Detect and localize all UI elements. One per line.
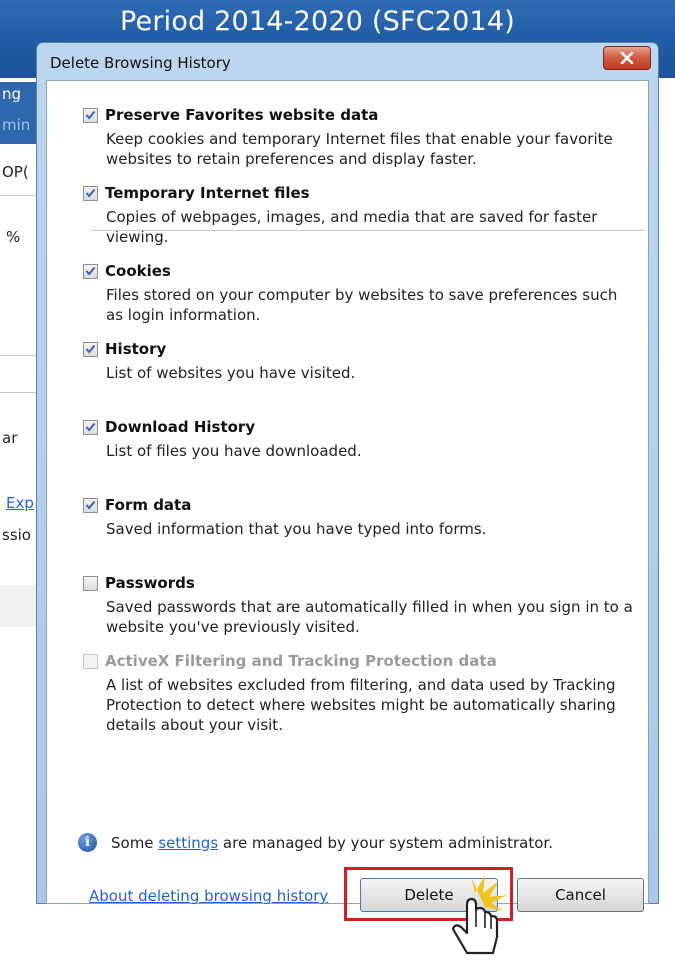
app-gray-band xyxy=(0,585,40,627)
hand-pointer-icon xyxy=(451,875,507,955)
separator xyxy=(91,230,646,231)
option-title[interactable]: Passwords xyxy=(105,574,195,592)
admin-notice-suffix: are managed by your system administrator… xyxy=(218,833,553,852)
app-field-fragment: % xyxy=(6,228,21,246)
about-deleting-history-link[interactable]: About deleting browsing history xyxy=(89,887,328,905)
checkmark-icon xyxy=(85,110,96,120)
option-checkbox[interactable] xyxy=(83,497,98,513)
option-header: History xyxy=(83,340,643,358)
option-header: ActiveX Filtering and Tracking Protectio… xyxy=(83,652,643,670)
option-title[interactable]: Form data xyxy=(105,496,191,514)
option-checkbox[interactable] xyxy=(83,185,98,201)
app-field-fragment: ssio xyxy=(2,526,31,544)
option-row: Form data Saved information that you have… xyxy=(83,496,643,539)
cancel-button[interactable]: Cancel xyxy=(517,878,644,912)
option-row: ActiveX Filtering and Tracking Protectio… xyxy=(83,652,643,735)
option-description: Saved information that you have typed in… xyxy=(106,520,487,538)
option-description: Saved passwords that are automatically f… xyxy=(106,598,633,636)
checkmark-icon xyxy=(85,500,96,510)
app-field-fragment: ar xyxy=(2,429,18,447)
option-row: Cookies Files stored on your computer by … xyxy=(83,262,643,325)
option-description: List of websites you have visited. xyxy=(106,364,356,382)
info-icon: i xyxy=(78,833,97,852)
option-checkbox[interactable] xyxy=(83,107,98,123)
option-header: Form data xyxy=(83,496,643,514)
app-page-title: Period 2014-2020 (SFC2014) xyxy=(120,6,516,37)
option-description: Copies of webpages, images, and media th… xyxy=(106,208,598,246)
option-title: ActiveX Filtering and Tracking Protectio… xyxy=(105,652,497,670)
option-header: Download History xyxy=(83,418,643,436)
option-title[interactable]: Temporary Internet files xyxy=(105,184,310,202)
option-row: Preserve Favorites website data Keep cook… xyxy=(83,106,643,169)
dialog-title: Delete Browsing History xyxy=(50,54,231,72)
app-field-fragment: OP( xyxy=(2,163,29,181)
option-title[interactable]: Cookies xyxy=(105,262,171,280)
app-divider xyxy=(0,195,40,196)
app-divider xyxy=(0,392,40,393)
close-icon xyxy=(620,52,634,64)
dialog-body: Preserve Favorites website data Keep cook… xyxy=(46,80,649,955)
option-header: Temporary Internet files xyxy=(83,184,643,202)
option-checkbox[interactable] xyxy=(83,341,98,357)
app-left-panel xyxy=(0,78,40,904)
option-row: History List of websites you have visited… xyxy=(83,340,643,383)
app-nav-fragment-link[interactable]: min xyxy=(2,116,38,134)
option-row: Passwords Saved passwords that are automa… xyxy=(83,574,643,637)
option-checkbox[interactable] xyxy=(83,575,98,591)
option-checkbox xyxy=(83,653,98,669)
admin-notice: i Some settings are managed by your syst… xyxy=(78,833,553,852)
checkmark-icon xyxy=(85,188,96,198)
option-row: Temporary Internet files Copies of webpag… xyxy=(83,184,643,247)
option-title[interactable]: Preserve Favorites website data xyxy=(105,106,378,124)
app-nav-fragment[interactable]: ng xyxy=(2,85,38,103)
option-description: List of files you have downloaded. xyxy=(106,442,362,460)
option-description: A list of websites excluded from filteri… xyxy=(106,676,616,734)
settings-link[interactable]: settings xyxy=(158,834,218,852)
option-title[interactable]: Download History xyxy=(105,418,255,436)
app-divider xyxy=(0,355,40,356)
option-checkbox[interactable] xyxy=(83,419,98,435)
option-description: Files stored on your computer by website… xyxy=(106,286,618,324)
option-header: Passwords xyxy=(83,574,643,592)
close-button[interactable] xyxy=(603,46,651,70)
option-checkbox[interactable] xyxy=(83,263,98,279)
option-row: Download History List of files you have d… xyxy=(83,418,643,461)
checkmark-icon xyxy=(85,422,96,432)
app-export-link[interactable]: Exp xyxy=(6,494,40,512)
option-header: Cookies xyxy=(83,262,643,280)
delete-browsing-history-dialog: Delete Browsing History Preserve Favorit… xyxy=(36,42,659,955)
admin-notice-prefix: Some xyxy=(111,833,159,852)
option-description: Keep cookies and temporary Internet file… xyxy=(106,130,613,168)
checkmark-icon xyxy=(85,266,96,276)
checkmark-icon xyxy=(85,344,96,354)
option-header: Preserve Favorites website data xyxy=(83,106,643,124)
option-title[interactable]: History xyxy=(105,340,166,358)
